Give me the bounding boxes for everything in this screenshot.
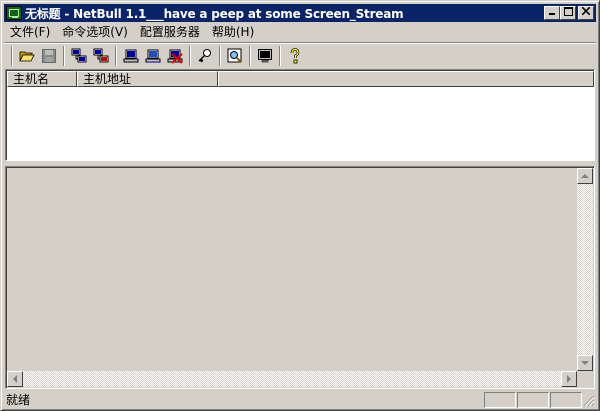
status-bar: 就绪: [4, 391, 596, 408]
toolbar-separator: [63, 46, 65, 66]
close-icon: [581, 6, 591, 16]
scroll-corner: [577, 371, 593, 387]
minimize-icon: [549, 13, 555, 15]
open-button[interactable]: [16, 45, 38, 67]
disconnect-button[interactable]: [90, 45, 112, 67]
status-pane-1: [484, 392, 516, 408]
toolbar-separator: [189, 46, 191, 66]
toolbar-separator: [115, 46, 117, 66]
menu-file[interactable]: 文件(F): [4, 23, 56, 42]
horizontal-scrollbar[interactable]: [7, 371, 577, 387]
app-window: 无标题 - NetBull 1.1___have a peep at some …: [0, 0, 600, 411]
close-button[interactable]: [578, 6, 594, 20]
arrow-left-icon: [12, 375, 17, 383]
screen-view[interactable]: [5, 166, 595, 389]
computer-network-icon: [145, 49, 161, 63]
open-folder-icon: [19, 51, 35, 62]
save-button[interactable]: [38, 45, 60, 67]
scroll-left-button[interactable]: [7, 371, 23, 387]
help-button[interactable]: [284, 45, 306, 67]
computer-button[interactable]: [120, 45, 142, 67]
toolbar-separator: [249, 46, 251, 66]
arrow-up-icon: [581, 173, 589, 178]
remove-computer-button[interactable]: [164, 45, 186, 67]
column-filler: [218, 71, 594, 87]
status-pane-2: [517, 392, 549, 408]
arrow-right-icon: [566, 375, 571, 383]
vertical-scrollbar[interactable]: [577, 168, 593, 371]
menu-command-options[interactable]: 命令选项(V): [56, 23, 134, 42]
menu-configure-server[interactable]: 配置服务器: [134, 23, 206, 42]
column-host-name[interactable]: 主机名: [7, 71, 77, 87]
connect-button[interactable]: [68, 45, 90, 67]
network-computer-button[interactable]: [142, 45, 164, 67]
computer-delete-icon: [167, 49, 183, 64]
zoom-button[interactable]: [224, 45, 246, 67]
key-button[interactable]: [194, 45, 216, 67]
title-bar[interactable]: 无标题 - NetBull 1.1___have a peep at some …: [4, 4, 596, 22]
maximize-icon: [563, 7, 573, 16]
scroll-up-button[interactable]: [577, 168, 593, 184]
app-icon[interactable]: [6, 6, 22, 20]
toolbar-separator: [219, 46, 221, 66]
resize-grip-icon[interactable]: [583, 395, 595, 407]
toolbar: [4, 44, 596, 68]
computer-icon: [123, 49, 139, 63]
scroll-right-button[interactable]: [561, 371, 577, 387]
scroll-down-button[interactable]: [577, 355, 593, 371]
disconnect-host-icon: [93, 48, 109, 63]
arrow-down-icon: [581, 360, 589, 365]
toolbar-separator: [279, 46, 281, 66]
menu-help[interactable]: 帮助(H): [206, 23, 260, 42]
help-icon: [290, 48, 300, 64]
monitor-icon: [258, 49, 272, 63]
monitor-button[interactable]: [254, 45, 276, 67]
toolbar-separator: [11, 46, 13, 66]
zoom-view-icon: [227, 48, 242, 63]
host-list-header: 主机名 主机地址: [7, 71, 594, 87]
status-text: 就绪: [6, 393, 31, 407]
maximize-button[interactable]: [560, 6, 576, 20]
status-pane-3: [550, 392, 582, 408]
key-icon: [198, 49, 211, 63]
menu-bar: 文件(F) 命令选项(V) 配置服务器 帮助(H): [4, 23, 596, 42]
minimize-button[interactable]: [544, 6, 560, 20]
save-disk-icon: [42, 49, 56, 63]
column-host-address[interactable]: 主机地址: [77, 71, 218, 87]
connect-host-icon: [71, 48, 87, 63]
window-title: 无标题 - NetBull 1.1___have a peep at some …: [25, 6, 404, 21]
window-controls: [544, 6, 594, 20]
host-list[interactable]: 主机名 主机地址: [5, 69, 595, 161]
